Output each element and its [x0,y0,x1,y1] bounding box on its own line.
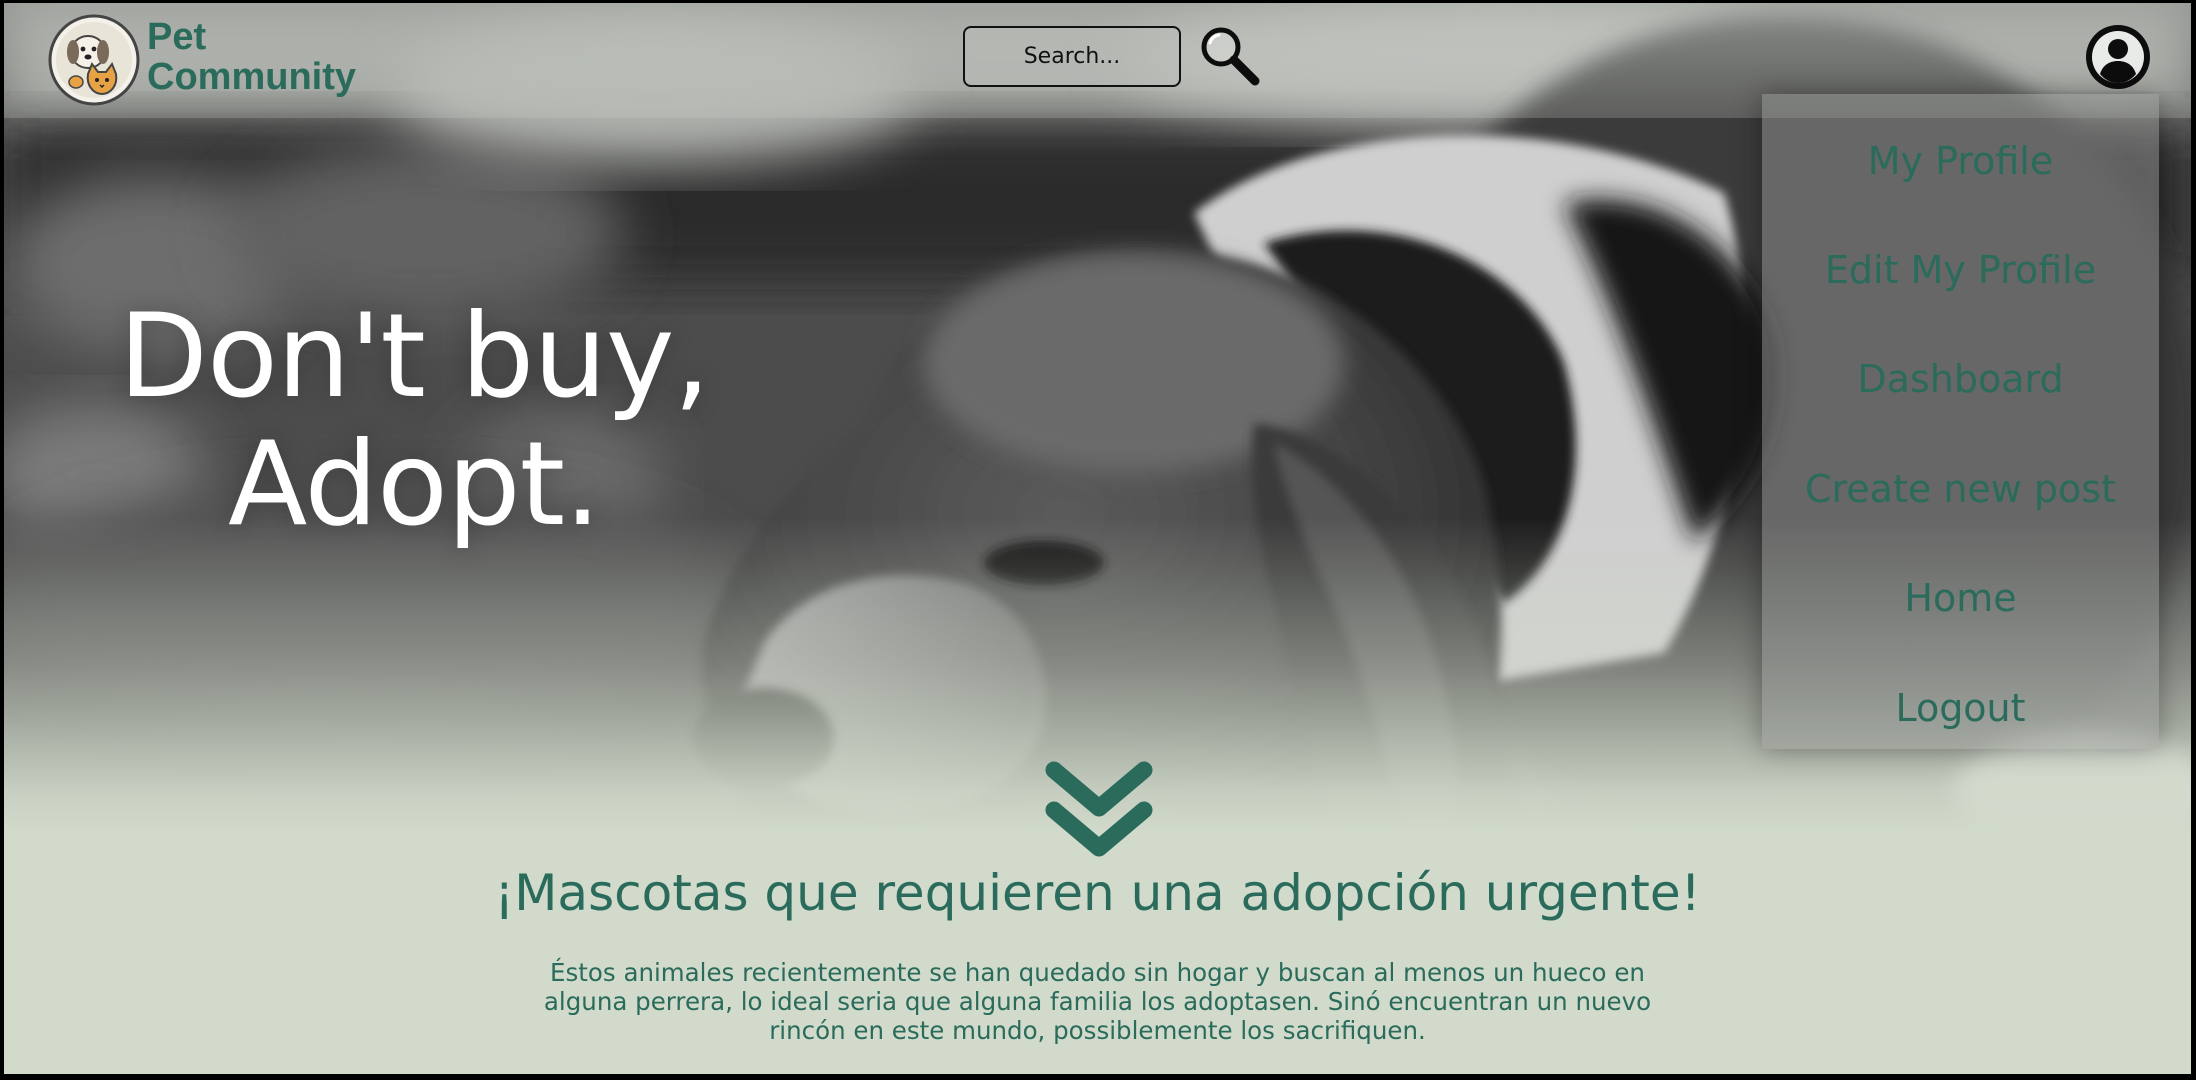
menu-item-logout[interactable]: Logout [1762,673,2159,743]
double-chevron-down-icon[interactable] [1044,760,1154,864]
menu-item-dashboard[interactable]: Dashboard [1762,344,2159,414]
user-circle-icon[interactable] [2083,22,2153,92]
section-body-line-1: Éstos animales recientemente se han qued… [550,958,1645,987]
section-body-line-3: rincón en este mundo, possiblemente los … [769,1016,1426,1045]
section-title: ¡Mascotas que requieren una adopción urg… [494,864,1701,922]
menu-item-create-new-post[interactable]: Create new post [1762,454,2159,524]
magnifier-icon[interactable] [1197,23,1263,89]
menu-item-my-profile[interactable]: My Profile [1762,126,2159,196]
tagline-line-2: Adopt. [228,417,601,552]
section-description: Éstos animales recientemente se han qued… [520,958,1675,1045]
profile-dropdown-menu: My Profile Edit My Profile Dashboard Cre… [1762,94,2159,749]
hero-tagline: Don't buy, Adopt. [64,293,764,549]
tagline-line-1: Don't buy, [118,289,711,424]
brand-line-1: Pet [147,16,207,58]
search-input[interactable] [963,26,1181,87]
brand-line-2: Community [147,56,356,98]
app-frame: Don't buy, Adopt. Pet Community Search..… [4,3,2191,1074]
brand-name[interactable]: Pet Community [147,17,356,97]
menu-item-home[interactable]: Home [1762,563,2159,633]
section-body-line-2: alguna perrera, lo ideal seria que algun… [543,987,1652,1016]
pet-logo-icon[interactable] [48,14,140,106]
menu-item-edit-my-profile[interactable]: Edit My Profile [1762,235,2159,305]
